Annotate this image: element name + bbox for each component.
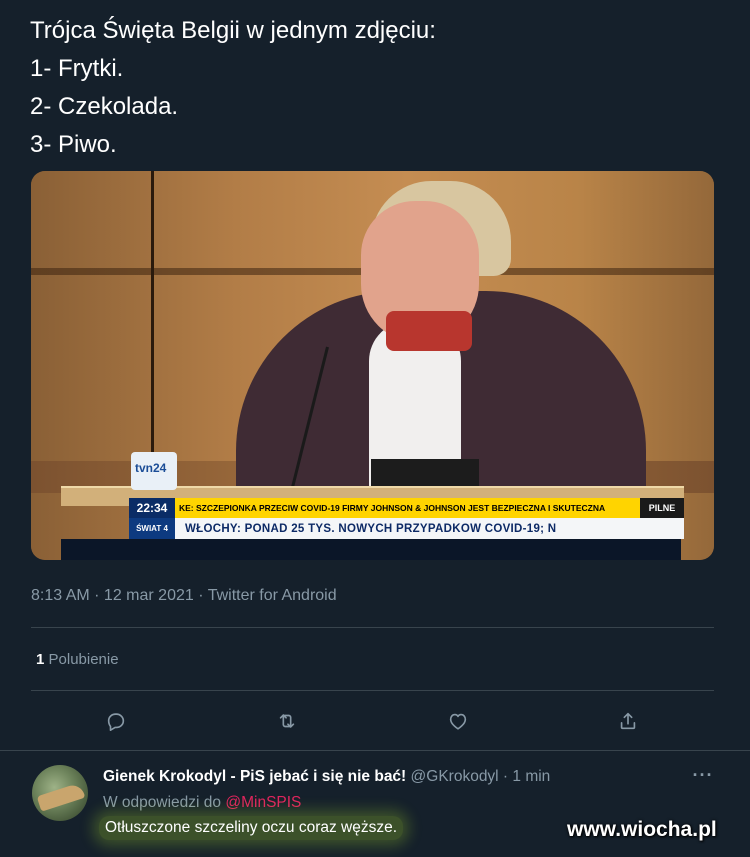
reply-to-label: W odpowiedzi do xyxy=(103,794,222,811)
tweet-text-line-3: 2- Czekolada. xyxy=(30,93,179,120)
share-button[interactable] xyxy=(612,705,644,737)
more-options-icon[interactable]: ··· xyxy=(690,762,716,788)
reply-icon xyxy=(107,713,125,731)
divider xyxy=(31,690,714,691)
reply-author-handle[interactable]: @GKrokodyl · 1 min xyxy=(411,768,551,785)
ticker-line: WŁOCHY: PONAD 25 TYS. NOWYCH PRZYPADKÓW … xyxy=(185,522,557,535)
divider xyxy=(31,627,714,628)
channel-logo-text: tvn24 xyxy=(135,461,167,475)
retweet-button[interactable] xyxy=(271,705,303,737)
tweet-media-photo[interactable]: tvn24 22:34 KE: SZCZEPIONKA PRZECIW COVI… xyxy=(31,171,714,560)
reply-context: W odpowiedzi do @MinSPIS xyxy=(103,794,301,812)
tweet-timestamp[interactable]: 8:13 AM · 12 mar 2021 · Twitter for Andr… xyxy=(31,587,337,605)
news-ticker-top: 22:34 KE: SZCZEPIONKA PRZECIW COVID-19 F… xyxy=(129,498,684,518)
likes-label: Polubienie xyxy=(48,651,119,668)
ticker-tag: PILNE xyxy=(640,498,684,518)
tweet-text-line-2: 1- Frytki. xyxy=(30,55,124,82)
photo-bottom-bar xyxy=(61,539,681,560)
like-icon xyxy=(449,713,467,730)
tweet-text-line-1: Trójca Święta Belgii w jednym zdjęciu: xyxy=(30,17,436,44)
tweet-text: Trójca Święta Belgii w jednym zdjęciu: 1… xyxy=(30,12,720,164)
likes-count: 1 xyxy=(36,651,45,668)
share-icon xyxy=(620,712,636,730)
ticker-headline: KE: SZCZEPIONKA PRZECIW COVID-19 FIRMY J… xyxy=(179,503,606,513)
crocodile-icon xyxy=(36,782,86,812)
like-button[interactable] xyxy=(442,705,474,737)
tweet-actions xyxy=(0,705,750,737)
ticker-section: ŚWIAT 4 xyxy=(129,518,175,539)
avatar[interactable] xyxy=(32,765,88,821)
channel-logo: tvn24 xyxy=(131,452,177,490)
photo-speaker-scarf xyxy=(386,311,472,351)
reply-header: Gienek Krokodyl - PiS jebać i się nie ba… xyxy=(103,768,550,786)
reply-button[interactable] xyxy=(100,705,132,737)
site-watermark: www.wiocha.pl xyxy=(567,818,717,841)
reply-text: Otłuszczone szczeliny oczu coraz węższe. xyxy=(99,816,404,840)
reply-to-mention[interactable]: @MinSPIS xyxy=(225,794,301,811)
likes-summary[interactable]: 1 Polubienie xyxy=(36,651,119,668)
tweet-text-line-4: 3- Piwo. xyxy=(30,131,117,158)
retweet-icon xyxy=(279,714,295,728)
news-ticker-bottom: ŚWIAT 4 WŁOCHY: PONAD 25 TYS. NOWYCH PRZ… xyxy=(129,518,684,539)
reply-author-name[interactable]: Gienek Krokodyl - PiS jebać i się nie ba… xyxy=(103,768,406,785)
ticker-time: 22:34 xyxy=(129,498,175,518)
